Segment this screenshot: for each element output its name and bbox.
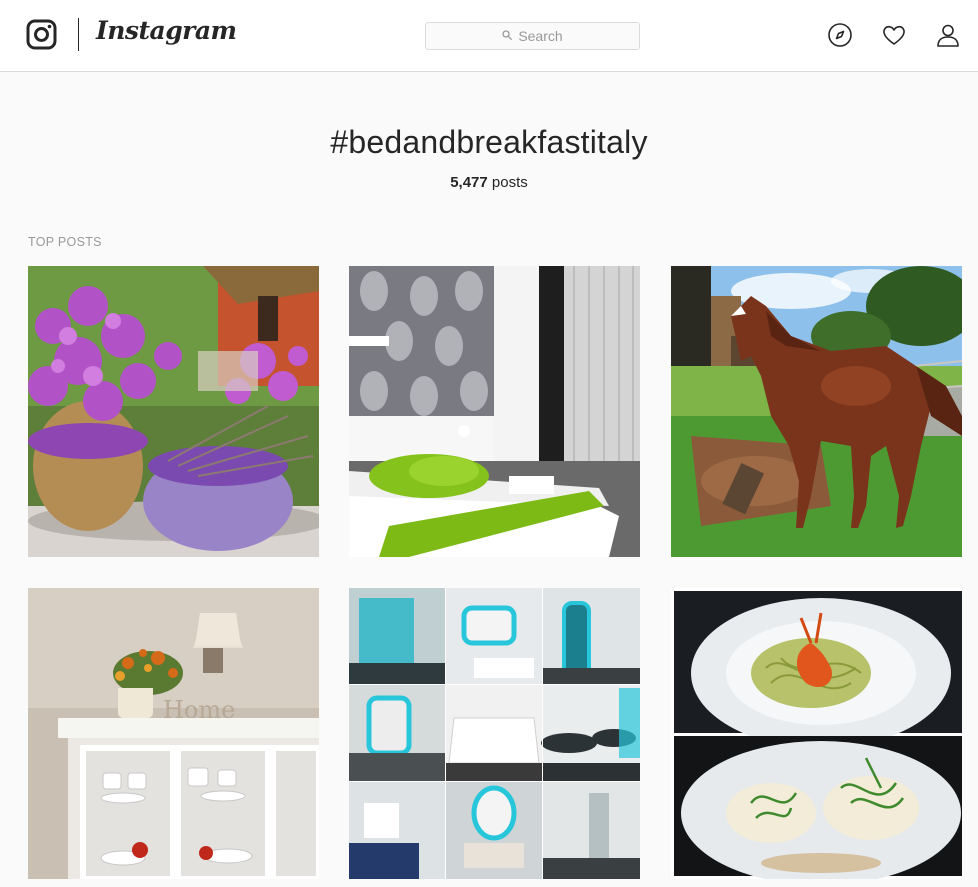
hashtag-title: #bedandbreakfastitaly — [330, 124, 648, 160]
post-image — [349, 266, 640, 557]
search-placeholder: Search — [518, 28, 563, 44]
post-count: 5,477 posts — [0, 174, 978, 191]
search-input[interactable]: Search — [425, 22, 640, 50]
post-tile-cabinet[interactable]: Home — [28, 588, 319, 879]
post-tile-bedroom[interactable] — [349, 266, 640, 557]
post-tile-pasta[interactable] — [671, 588, 962, 879]
post-image: Home — [28, 588, 319, 879]
post-count-suffix: posts — [487, 174, 528, 191]
post-image — [28, 266, 319, 557]
post-tile-horse[interactable] — [671, 266, 962, 557]
post-image — [671, 266, 962, 557]
heart-icon[interactable] — [881, 22, 907, 48]
compass-icon[interactable] — [827, 22, 853, 48]
post-tile-flowers[interactable] — [28, 266, 319, 557]
post-tile-room-collage[interactable] — [349, 588, 640, 879]
instagram-glyph-icon[interactable] — [26, 19, 57, 50]
post-count-number: 5,477 — [450, 174, 488, 191]
profile-icon[interactable] — [935, 22, 961, 48]
instagram-wordmark[interactable]: Instagram — [96, 16, 237, 45]
logo-divider — [78, 18, 79, 51]
top-nav: Instagram Search — [0, 0, 978, 72]
top-posts-label: TOP POSTS — [28, 235, 102, 249]
post-image — [349, 588, 640, 879]
search-icon — [502, 27, 513, 45]
post-image — [671, 588, 962, 879]
